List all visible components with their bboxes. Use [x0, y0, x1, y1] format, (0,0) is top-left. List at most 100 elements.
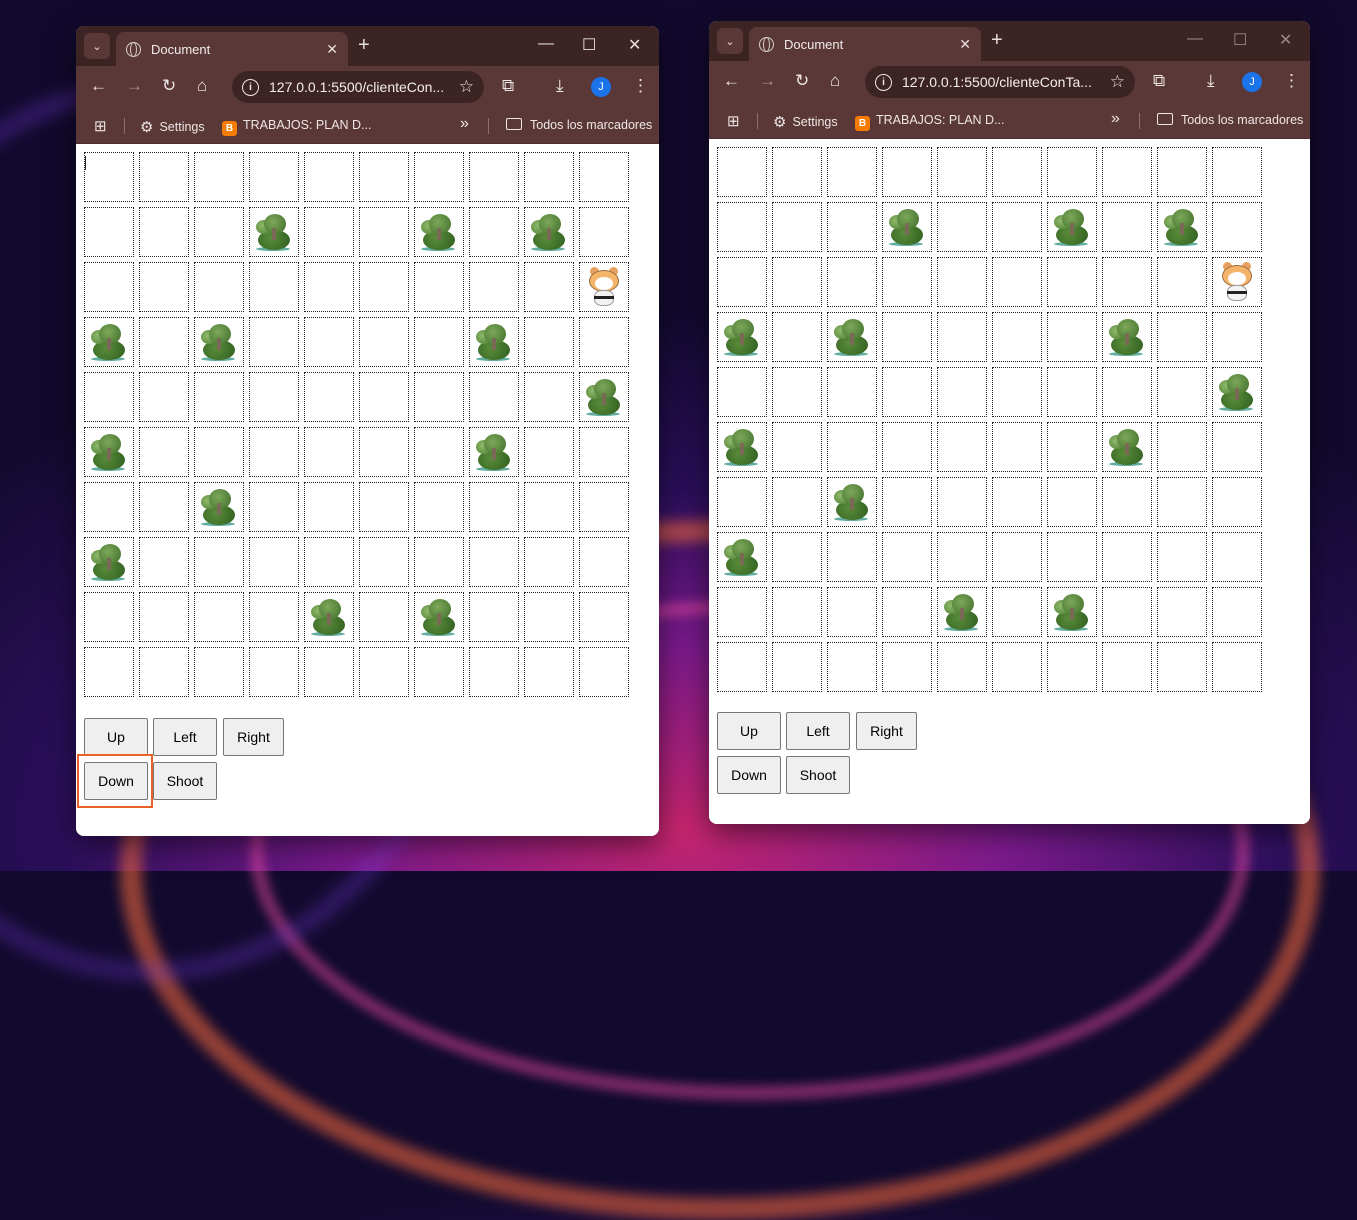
close-window-button[interactable]: ✕: [1279, 30, 1292, 50]
shoot-button[interactable]: Shoot: [786, 756, 850, 794]
board-cell: [1212, 257, 1262, 307]
board-cell: [1212, 642, 1262, 692]
board-cell: [139, 647, 189, 697]
board-cell: [304, 482, 354, 532]
browser-window-right: ⌄ Document ✕ + — ☐ ✕ ← → ↻ ⌂ i 127.0.0.1…: [709, 21, 1310, 824]
globe-icon: [759, 36, 774, 52]
board-cell: [882, 587, 932, 637]
left-button[interactable]: Left: [786, 712, 850, 750]
reload-icon[interactable]: ↻: [795, 71, 809, 91]
right-button[interactable]: Right: [856, 712, 917, 750]
left-button[interactable]: Left: [153, 718, 217, 756]
board-cell: [882, 422, 932, 472]
apps-grid-icon[interactable]: ⊞: [94, 117, 107, 135]
page-content: Up Left Right Down Shoot: [76, 144, 659, 836]
up-button[interactable]: Up: [717, 712, 781, 750]
board-cell: [1212, 147, 1262, 197]
board-cell: [772, 312, 822, 362]
close-window-button[interactable]: ✕: [628, 35, 641, 55]
site-info-icon[interactable]: i: [242, 78, 259, 96]
minimize-button[interactable]: —: [1187, 30, 1203, 48]
board-cell: [304, 592, 354, 642]
tree-icon: [1162, 207, 1202, 247]
board-cell: [249, 317, 299, 367]
extensions-icon[interactable]: ⧉: [1153, 71, 1165, 91]
profile-avatar[interactable]: J: [1242, 72, 1262, 92]
close-tab-icon[interactable]: ✕: [326, 41, 338, 58]
board-cell: [882, 477, 932, 527]
board-cell: [469, 592, 519, 642]
down-button[interactable]: Down: [717, 756, 781, 794]
profile-avatar[interactable]: J: [591, 77, 611, 97]
folder-icon: [1157, 113, 1173, 125]
close-tab-icon[interactable]: ✕: [959, 36, 971, 53]
all-bookmarks[interactable]: Todos los marcadores: [506, 118, 652, 132]
tree-icon: [584, 377, 624, 417]
shoot-button[interactable]: Shoot: [153, 762, 217, 800]
up-button[interactable]: Up: [84, 718, 148, 756]
tab-search-button[interactable]: ⌄: [84, 33, 110, 59]
bookmark-settings[interactable]: ⚙ Settings: [140, 118, 205, 136]
minimize-button[interactable]: —: [538, 35, 554, 53]
download-icon[interactable]: ⤓: [1207, 71, 1215, 91]
tab-document[interactable]: Document ✕: [749, 27, 981, 61]
back-arrow-icon[interactable]: ←: [90, 76, 107, 96]
tab-document[interactable]: Document ✕: [116, 32, 348, 66]
menu-icon[interactable]: ⋮: [1283, 71, 1300, 91]
all-bookmarks[interactable]: Todos los marcadores: [1157, 113, 1303, 127]
bookmark-settings[interactable]: ⚙ Settings: [773, 113, 838, 131]
forward-arrow-icon[interactable]: →: [126, 76, 143, 96]
home-icon[interactable]: ⌂: [830, 71, 840, 91]
board-cell: [414, 537, 464, 587]
apps-grid-icon[interactable]: ⊞: [727, 112, 740, 130]
new-tab-button[interactable]: +: [358, 34, 370, 57]
board-cell: [469, 262, 519, 312]
maximize-button[interactable]: ☐: [582, 35, 596, 55]
bookmark-blog[interactable]: B TRABAJOS: PLAN D...: [855, 113, 1005, 131]
board-cell: [772, 147, 822, 197]
board-cell: [524, 647, 574, 697]
board-cell: [194, 482, 244, 532]
address-bar[interactable]: i 127.0.0.1:5500/clienteCon... ☆: [232, 71, 484, 103]
board-cell: [524, 537, 574, 587]
forward-arrow-icon[interactable]: →: [759, 71, 776, 91]
board-cell: [1157, 312, 1207, 362]
bookmark-star-icon[interactable]: ☆: [459, 77, 474, 97]
board-cell: [992, 422, 1042, 472]
board-cell: [249, 592, 299, 642]
tree-icon: [474, 432, 514, 472]
board-cell: [937, 147, 987, 197]
extensions-icon[interactable]: ⧉: [502, 76, 514, 96]
bookmarks-overflow[interactable]: »: [1111, 110, 1120, 128]
board-cell: [937, 587, 987, 637]
address-bar[interactable]: i 127.0.0.1:5500/clienteConTa... ☆: [865, 66, 1135, 98]
board-cell: [579, 592, 629, 642]
board-cell: [304, 152, 354, 202]
back-arrow-icon[interactable]: ←: [723, 71, 740, 91]
board-cell: [772, 257, 822, 307]
board-cell: [1157, 532, 1207, 582]
maximize-button[interactable]: ☐: [1233, 30, 1247, 50]
right-button[interactable]: Right: [223, 718, 284, 756]
tab-search-button[interactable]: ⌄: [717, 28, 743, 54]
home-icon[interactable]: ⌂: [197, 76, 207, 96]
board-cell: [414, 372, 464, 422]
menu-icon[interactable]: ⋮: [632, 76, 649, 96]
board-cell: [827, 147, 877, 197]
reload-icon[interactable]: ↻: [162, 76, 176, 96]
bookmark-star-icon[interactable]: ☆: [1110, 72, 1125, 92]
board-cell: [827, 367, 877, 417]
board-cell: [1102, 532, 1152, 582]
board-cell: [524, 317, 574, 367]
board-cell: [84, 537, 134, 587]
bookmark-blog[interactable]: B TRABAJOS: PLAN D...: [222, 118, 372, 136]
board-cell: [194, 537, 244, 587]
new-tab-button[interactable]: +: [991, 29, 1003, 52]
download-icon[interactable]: ⤓: [556, 76, 564, 96]
board-cell: [194, 372, 244, 422]
board-cell: [359, 317, 409, 367]
bookmarks-bar: ⊞ ⚙ Settings B TRABAJOS: PLAN D... » Todos…: [76, 108, 659, 144]
site-info-icon[interactable]: i: [875, 73, 892, 91]
bookmarks-overflow[interactable]: »: [460, 115, 469, 133]
board-cell: [139, 427, 189, 477]
